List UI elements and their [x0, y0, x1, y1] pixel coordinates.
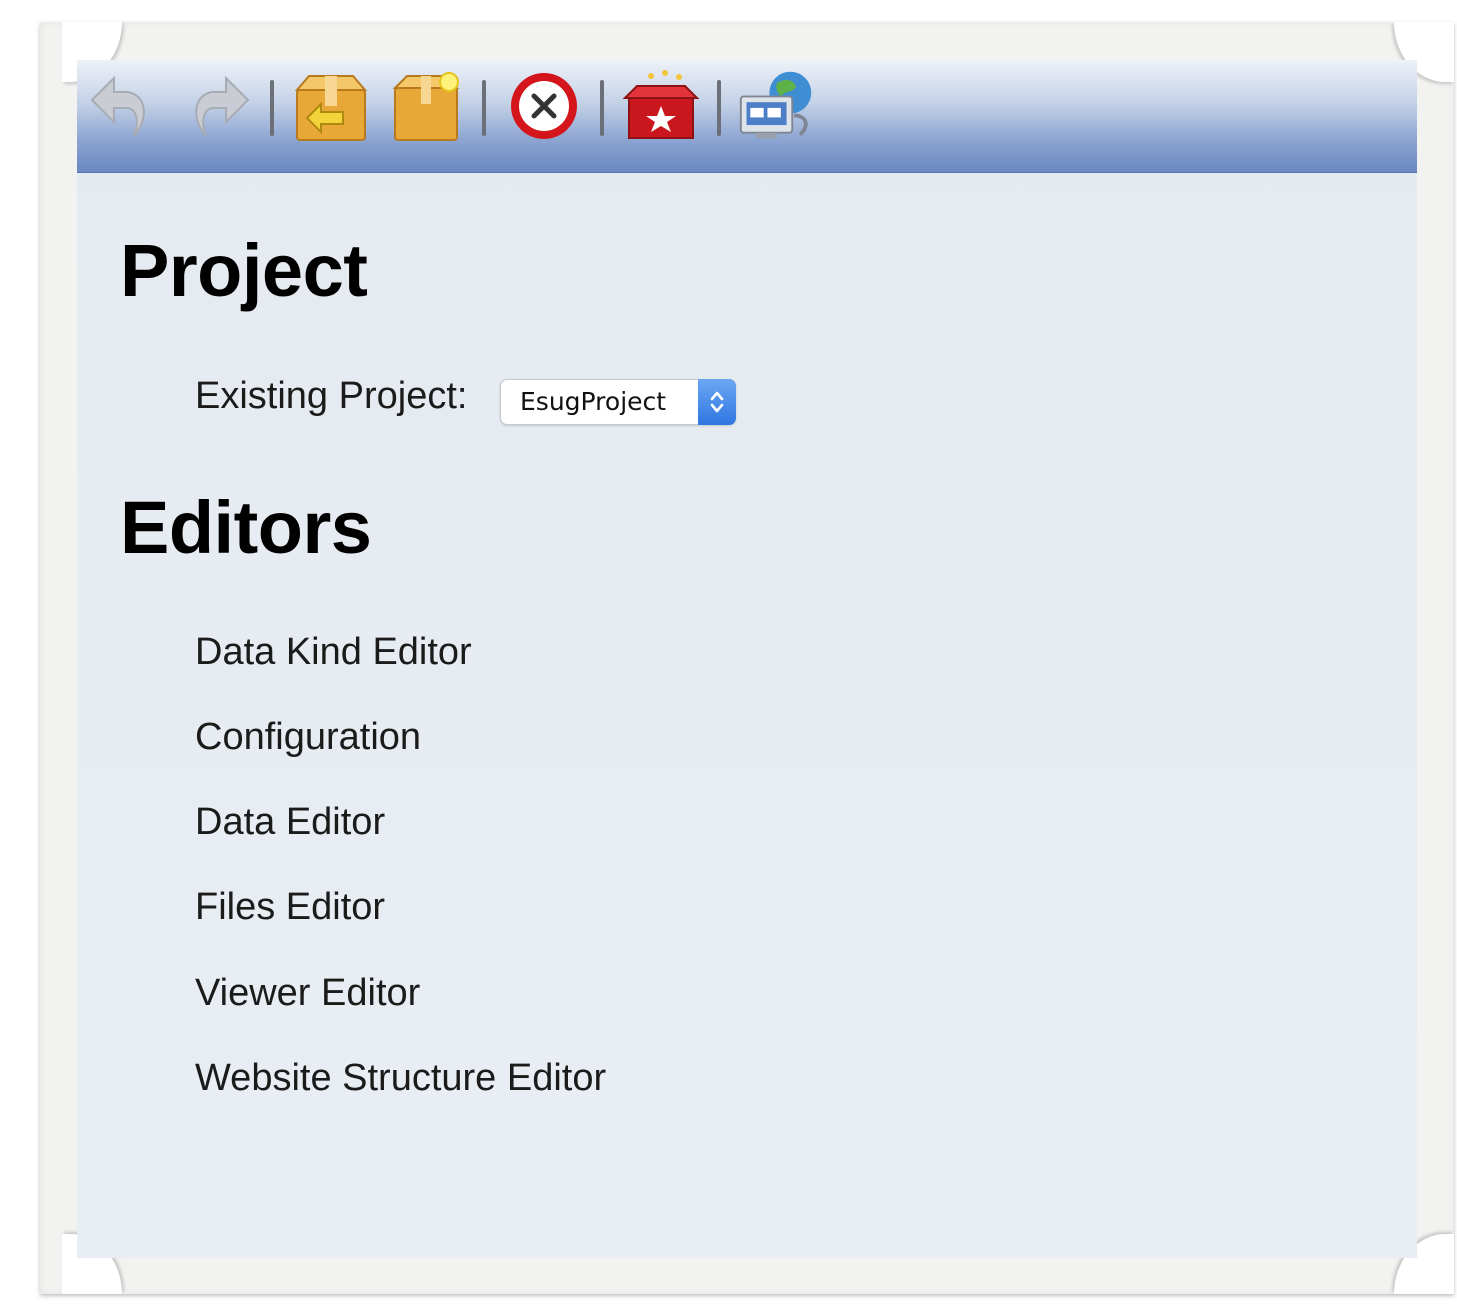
- network-button[interactable]: [737, 64, 817, 148]
- toolbar-separator: [717, 80, 721, 136]
- redo-button[interactable]: [177, 64, 257, 148]
- deploy-button[interactable]: [621, 64, 701, 148]
- toolbar-separator: [270, 80, 274, 136]
- gift-box-icon: [622, 70, 700, 139]
- redo-arrow-icon: [195, 75, 250, 137]
- editor-link-files[interactable]: Files Editor: [195, 886, 385, 929]
- editor-link-data-kind[interactable]: Data Kind Editor: [195, 631, 472, 674]
- package-open-icon: [294, 75, 368, 141]
- package-new-icon: [392, 72, 460, 141]
- editor-link-configuration[interactable]: Configuration: [195, 716, 421, 759]
- editor-link-viewer[interactable]: Viewer Editor: [195, 972, 420, 1015]
- new-project-button[interactable]: [387, 64, 467, 148]
- editor-link-website-structure[interactable]: Website Structure Editor: [195, 1057, 606, 1100]
- existing-project-label: Existing Project:: [195, 375, 468, 417]
- existing-project-select[interactable]: EsugProject: [500, 379, 736, 425]
- undo-arrow-icon: [90, 75, 145, 137]
- select-stepper-icon: [698, 379, 736, 425]
- toolbar-separator: [600, 80, 604, 136]
- editors-heading: Editors: [120, 486, 372, 569]
- editor-link-data[interactable]: Data Editor: [195, 801, 385, 844]
- project-heading: Project: [120, 229, 368, 312]
- open-project-button[interactable]: [291, 64, 371, 148]
- app-window: Project Existing Project: EsugProject Ed…: [77, 60, 1417, 1258]
- close-button[interactable]: [504, 64, 584, 148]
- toolbar: [77, 60, 1417, 173]
- close-circle-icon: [511, 73, 577, 139]
- network-computer-icon: [739, 71, 812, 139]
- selected-project-value: EsugProject: [520, 387, 667, 416]
- undo-button[interactable]: [83, 64, 163, 148]
- toolbar-separator: [482, 80, 486, 136]
